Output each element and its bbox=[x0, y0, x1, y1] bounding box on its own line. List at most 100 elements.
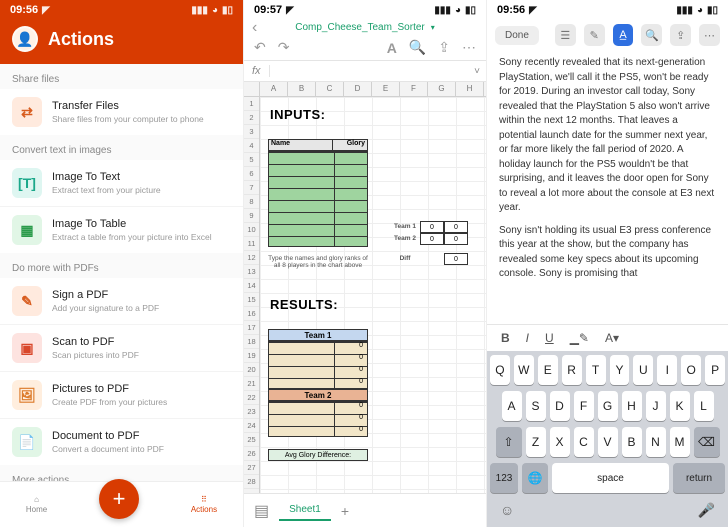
sheets-icon[interactable]: ▤ bbox=[254, 501, 269, 521]
row-21[interactable]: 21 bbox=[244, 377, 259, 391]
row-7[interactable]: 7 bbox=[244, 181, 259, 195]
inputs-table[interactable] bbox=[268, 151, 368, 247]
row-6[interactable]: 6 bbox=[244, 167, 259, 181]
key-b[interactable]: B bbox=[622, 427, 642, 457]
search-icon[interactable]: 🔍 bbox=[641, 24, 662, 46]
key-n[interactable]: N bbox=[646, 427, 666, 457]
globe-key[interactable]: 🌐 bbox=[522, 463, 548, 493]
team2-val-a[interactable]: 0 bbox=[420, 233, 444, 245]
highlight-icon[interactable]: ▁✎ bbox=[570, 331, 589, 345]
key-d[interactable]: D bbox=[550, 391, 570, 421]
row-12[interactable]: 12 bbox=[244, 251, 259, 265]
key-w[interactable]: W bbox=[514, 355, 534, 385]
key-q[interactable]: Q bbox=[490, 355, 510, 385]
more-icon[interactable]: ⋯ bbox=[699, 24, 720, 46]
document-body[interactable]: Sony recently revealed that its next-gen… bbox=[487, 50, 728, 324]
file-name[interactable]: Comp_Cheese_Team_Sorter bbox=[295, 22, 425, 33]
redo-icon[interactable]: ↷ bbox=[278, 39, 290, 56]
row-22[interactable]: 22 bbox=[244, 391, 259, 405]
key-e[interactable]: E bbox=[538, 355, 558, 385]
row-3[interactable]: 3 bbox=[244, 125, 259, 139]
undo-icon[interactable]: ↶ bbox=[254, 39, 266, 56]
back-icon[interactable]: ‹ bbox=[252, 19, 257, 37]
col-h[interactable]: H bbox=[456, 82, 484, 96]
shift-key[interactable]: ⇧ bbox=[496, 427, 522, 457]
action-transfer-files[interactable]: ⇄ Transfer Files Share files from your c… bbox=[0, 89, 243, 135]
key-v[interactable]: V bbox=[598, 427, 618, 457]
key-o[interactable]: O bbox=[681, 355, 701, 385]
row-29[interactable]: 29 bbox=[244, 489, 259, 493]
share-icon[interactable]: ⇪ bbox=[438, 39, 450, 56]
share-icon[interactable]: ⇪ bbox=[670, 24, 691, 46]
chevron-down-icon[interactable]: ▾ bbox=[431, 23, 435, 32]
col-g[interactable]: G bbox=[428, 82, 456, 96]
team2-val-b[interactable]: 0 bbox=[444, 233, 468, 245]
search-icon[interactable]: 🔍 bbox=[409, 39, 426, 56]
nav-actions[interactable]: ⠿ Actions bbox=[191, 495, 217, 514]
row-10[interactable]: 10 bbox=[244, 223, 259, 237]
key-a[interactable]: A bbox=[502, 391, 522, 421]
col-b[interactable]: B bbox=[288, 82, 316, 96]
row-14[interactable]: 14 bbox=[244, 279, 259, 293]
col-c[interactable]: C bbox=[316, 82, 344, 96]
row-17[interactable]: 17 bbox=[244, 321, 259, 335]
row-19[interactable]: 19 bbox=[244, 349, 259, 363]
font-icon[interactable]: A bbox=[387, 40, 397, 56]
more-icon[interactable]: ⋯ bbox=[462, 39, 476, 56]
key-p[interactable]: P bbox=[705, 355, 725, 385]
underline-button[interactable]: U bbox=[545, 331, 554, 345]
key-m[interactable]: M bbox=[670, 427, 690, 457]
numbers-key[interactable]: 123 bbox=[490, 463, 518, 493]
col-e[interactable]: E bbox=[372, 82, 400, 96]
key-z[interactable]: Z bbox=[526, 427, 546, 457]
cells-area[interactable]: INPUTS: Name Glory Type the names and gl… bbox=[260, 97, 486, 493]
team1-val-b[interactable]: 0 bbox=[444, 221, 468, 233]
add-sheet-button[interactable]: + bbox=[341, 503, 349, 519]
chevron-down-icon[interactable]: ˅ bbox=[468, 66, 486, 77]
font-color-icon[interactable]: A▾ bbox=[605, 331, 619, 345]
bold-button[interactable]: B bbox=[501, 331, 510, 345]
key-k[interactable]: K bbox=[670, 391, 690, 421]
col-a[interactable]: A bbox=[260, 82, 288, 96]
row-4[interactable]: 4 bbox=[244, 139, 259, 153]
key-r[interactable]: R bbox=[562, 355, 582, 385]
nav-home[interactable]: ⌂ Home bbox=[26, 495, 47, 514]
backspace-key[interactable]: ⌫ bbox=[694, 427, 720, 457]
action-sign-pdf[interactable]: ✎ Sign a PDF Add your signature to a PDF bbox=[0, 278, 243, 324]
key-j[interactable]: J bbox=[646, 391, 666, 421]
key-y[interactable]: Y bbox=[610, 355, 630, 385]
formula-input[interactable] bbox=[270, 66, 469, 77]
row-5[interactable]: 5 bbox=[244, 153, 259, 167]
row-9[interactable]: 9 bbox=[244, 209, 259, 223]
action-pictures-to-pdf[interactable]: 🖼 Pictures to PDF Create PDF from your p… bbox=[0, 371, 243, 418]
row-20[interactable]: 20 bbox=[244, 363, 259, 377]
row-8[interactable]: 8 bbox=[244, 195, 259, 209]
key-i[interactable]: I bbox=[657, 355, 677, 385]
diff-val[interactable]: 0 bbox=[444, 253, 468, 265]
row-1[interactable]: 1 bbox=[244, 97, 259, 111]
key-g[interactable]: G bbox=[598, 391, 618, 421]
row-18[interactable]: 18 bbox=[244, 335, 259, 349]
action-document-to-pdf[interactable]: 📄 Document to PDF Convert a document int… bbox=[0, 418, 243, 465]
emoji-key[interactable]: ☺ bbox=[500, 502, 514, 519]
spreadsheet[interactable]: A B C D E F G H 123456789101112131415161… bbox=[244, 82, 486, 493]
row-11[interactable]: 11 bbox=[244, 237, 259, 251]
font-style-icon[interactable]: A̲ bbox=[613, 24, 634, 46]
col-d[interactable]: D bbox=[344, 82, 372, 96]
row-15[interactable]: 15 bbox=[244, 293, 259, 307]
done-button[interactable]: Done bbox=[495, 26, 539, 45]
key-u[interactable]: U bbox=[633, 355, 653, 385]
key-t[interactable]: T bbox=[586, 355, 606, 385]
sheet-tab-1[interactable]: Sheet1 bbox=[279, 500, 331, 521]
key-c[interactable]: C bbox=[574, 427, 594, 457]
row-25[interactable]: 25 bbox=[244, 433, 259, 447]
row-28[interactable]: 28 bbox=[244, 475, 259, 489]
select-all-corner[interactable] bbox=[244, 82, 260, 96]
action-image-to-text[interactable]: [T] Image To Text Extract text from your… bbox=[0, 160, 243, 206]
avatar[interactable]: 👤 bbox=[12, 26, 38, 52]
col-f[interactable]: F bbox=[400, 82, 428, 96]
row-27[interactable]: 27 bbox=[244, 461, 259, 475]
return-key[interactable]: return bbox=[673, 463, 725, 493]
action-scan-to-pdf[interactable]: ▣ Scan to PDF Scan pictures into PDF bbox=[0, 324, 243, 371]
row-16[interactable]: 16 bbox=[244, 307, 259, 321]
